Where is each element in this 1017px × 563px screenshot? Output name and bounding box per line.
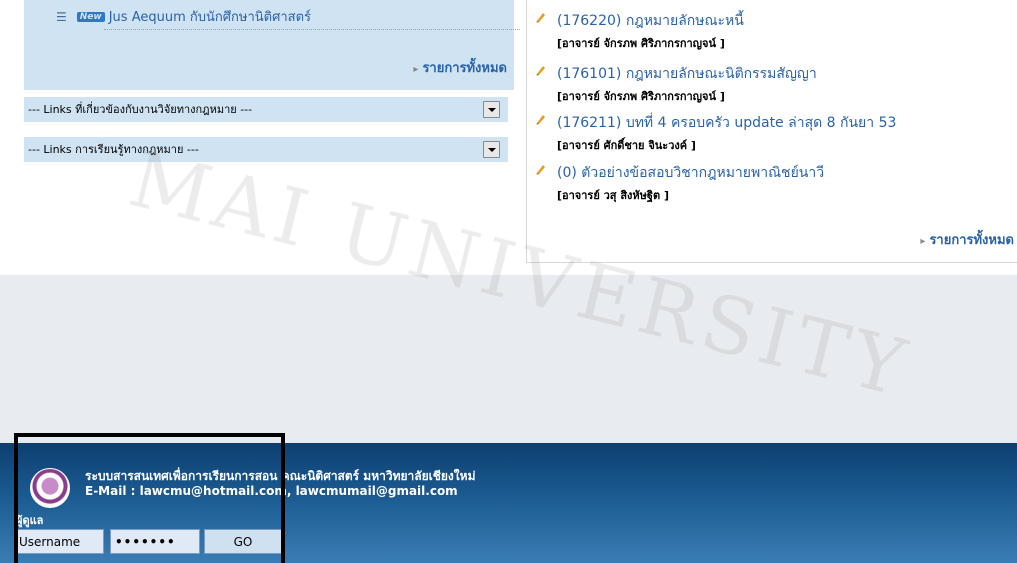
footer-email: E-Mail : lawcmu@hotmail.com, lawcmumail@… (85, 484, 458, 498)
news-panel: ☰ New Jus Aequum กับนักศึกษานิติศาสตร์ ▸ รา… (24, 0, 520, 90)
courses-all-label[interactable]: รายการทั้งหมด (929, 233, 1014, 248)
arrow-icon: ▸ (413, 64, 419, 75)
course-item[interactable]: (0) ตัวอย่างข้อสอบวิชากฎหมายพาณิชย์นาวี … (536, 162, 824, 204)
news-all-label[interactable]: รายการทั้งหมด (422, 61, 507, 76)
list-bullet-icon: ☰ (56, 10, 67, 24)
university-logo-icon (30, 468, 70, 508)
new-badge: New (76, 12, 105, 22)
learning-links-label: --- Links การเรียนรู้ทางกฎหมาย --- (28, 143, 199, 156)
news-item[interactable]: ☰ New Jus Aequum กับนักศึกษานิติศาสตร์ (56, 6, 311, 27)
go-button[interactable]: GO (204, 529, 282, 554)
course-title[interactable]: (176220) กฎหมายลักษณะหนี้ (557, 10, 744, 32)
arrow-icon: ▸ (920, 236, 926, 247)
courses-panel: (176220) กฎหมายลักษณะหนี้ [อาจารย์ จักรภ… (526, 0, 1017, 263)
courses-all-link[interactable]: ▸ รายการทั้งหมด (920, 229, 1014, 250)
research-links-select[interactable]: --- Links ที่เกี่ยวข้องกับงานวิจัยทางกฎห… (24, 97, 508, 122)
username-field[interactable] (14, 529, 104, 554)
pencil-icon (536, 66, 545, 76)
pencil-icon (536, 13, 545, 23)
course-title[interactable]: (176101) กฎหมายลักษณะนิติกรรมสัญญา (557, 63, 817, 85)
course-item[interactable]: (176101) กฎหมายลักษณะนิติกรรมสัญญา [อาจา… (536, 63, 817, 105)
course-title[interactable]: (0) ตัวอย่างข้อสอบวิชากฎหมายพาณิชย์นาวี (557, 162, 824, 184)
admin-label: ผู้ดูแล (16, 514, 44, 527)
news-item-link[interactable]: Jus Aequum กับนักศึกษานิติศาสตร์ (109, 10, 311, 25)
course-teacher: [อาจารย์ ศักดิ์ชาย จินะวงค์ ] (557, 139, 696, 152)
learning-links-select[interactable]: --- Links การเรียนรู้ทางกฎหมาย --- (24, 137, 508, 162)
pencil-icon (536, 115, 545, 125)
news-all-link[interactable]: ▸ รายการทั้งหมด (413, 57, 507, 78)
course-teacher: [อาจารย์ วสุ สิงหัษฐิต ] (557, 189, 669, 202)
divider (104, 29, 520, 30)
password-field[interactable] (110, 529, 200, 554)
dropdown-arrow-icon[interactable] (483, 101, 500, 118)
course-item[interactable]: (176220) กฎหมายลักษณะหนี้ [อาจารย์ จักรภ… (536, 10, 744, 52)
course-teacher: [อาจารย์ จักรภพ ศิริภากรกาญจน์ ] (557, 90, 725, 103)
course-title[interactable]: (176211) บทที่ 4 ครอบครัว update ล่าสุด … (557, 112, 896, 134)
spacer-band (0, 275, 1017, 443)
research-links-label: --- Links ที่เกี่ยวข้องกับงานวิจัยทางกฎห… (28, 103, 253, 116)
course-teacher: [อาจารย์ จักรภพ ศิริภากรกาญจน์ ] (557, 37, 725, 50)
course-item[interactable]: (176211) บทที่ 4 ครอบครัว update ล่าสุด … (536, 112, 896, 154)
content-area: ☰ New Jus Aequum กับนักศึกษานิติศาสตร์ ▸ รา… (0, 0, 1017, 275)
pencil-icon (536, 165, 545, 175)
dropdown-arrow-icon[interactable] (483, 141, 500, 158)
